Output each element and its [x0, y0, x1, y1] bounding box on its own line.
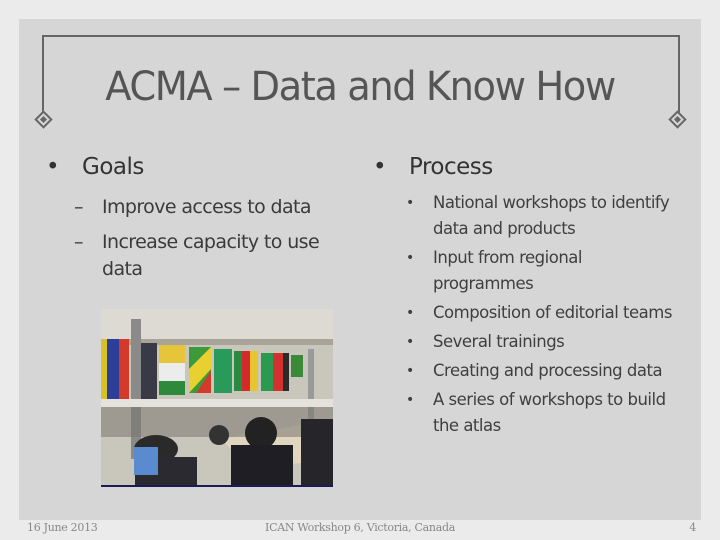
bullet-icon: • — [406, 334, 414, 350]
process-item: • A series of workshops to build the atla… — [406, 387, 686, 439]
process-item: • Input from regional programmes — [406, 245, 686, 297]
goal-item-text: Increase capacity to use data — [102, 231, 320, 280]
goal-item: – Improve access to data — [74, 194, 312, 221]
page-number: 4 — [689, 521, 696, 534]
workshop-photo-image — [101, 309, 333, 485]
process-item: • National workshops to identify data and… — [406, 190, 686, 242]
process-heading: • Process — [373, 154, 493, 180]
bullet-icon: • — [46, 154, 60, 180]
goal-item-text: Improve access to data — [102, 196, 312, 218]
process-item-text: Several trainings — [433, 332, 565, 351]
bullet-icon: • — [406, 392, 414, 408]
process-item: • Creating and processing data — [406, 358, 686, 384]
process-item-text: A series of workshops to build the atlas — [433, 390, 666, 435]
process-item: • Composition of editorial teams — [406, 300, 686, 326]
bullet-icon: • — [373, 154, 387, 180]
goals-heading-text: Goals — [82, 154, 144, 180]
dash-icon: – — [74, 231, 84, 253]
process-item: • Several trainings — [406, 329, 686, 355]
slide-title: ACMA – Data and Know How — [105, 64, 616, 110]
process-heading-text: Process — [409, 154, 493, 180]
bullet-icon: • — [406, 195, 414, 211]
workshop-photo — [101, 309, 333, 487]
process-item-text: National workshops to identify data and … — [433, 193, 670, 238]
goals-heading: • Goals — [46, 154, 144, 180]
process-list: • National workshops to identify data and… — [406, 190, 686, 442]
process-item-text: Composition of editorial teams — [433, 303, 672, 322]
footer-event: ICAN Workshop 6, Victoria, Canada — [265, 521, 455, 534]
bullet-icon: • — [406, 250, 414, 266]
dash-icon: – — [74, 196, 84, 218]
process-item-text: Creating and processing data — [433, 361, 663, 380]
bullet-icon: • — [406, 305, 414, 321]
process-item-text: Input from regional programmes — [433, 248, 583, 293]
bullet-icon: • — [406, 363, 414, 379]
goal-item: – Increase capacity to use data — [74, 229, 352, 283]
